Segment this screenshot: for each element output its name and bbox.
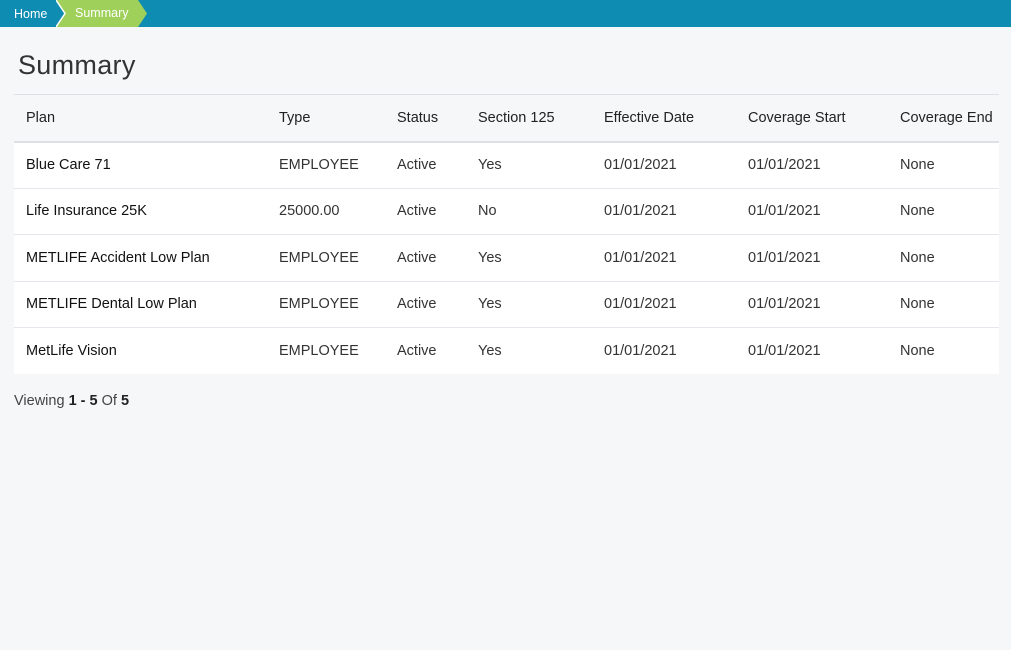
cell-plan: Life Insurance 25K xyxy=(26,203,147,220)
cell-coverage-end: None xyxy=(900,203,935,220)
table-row[interactable]: METLIFE Dental Low Plan EMPLOYEE Active … xyxy=(14,281,999,328)
pagination-range: 1 - 5 xyxy=(68,393,98,409)
cell-effective-date: 01/01/2021 xyxy=(604,296,677,313)
cell-section-125: Yes xyxy=(478,249,502,266)
cell-plan: Blue Care 71 xyxy=(26,157,111,173)
pagination-of-label: Of xyxy=(101,393,117,409)
summary-table-container: Plan Type Status Section 125 Effective D… xyxy=(14,94,999,374)
cell-section-125: Yes xyxy=(478,343,502,359)
cell-status: Active xyxy=(397,203,437,220)
cell-coverage-start: 01/01/2021 xyxy=(748,203,821,220)
cell-status: Active xyxy=(397,249,437,266)
page-title: Summary xyxy=(18,50,136,80)
cell-effective-date: 01/01/2021 xyxy=(604,203,677,220)
cell-type: 25000.00 xyxy=(279,203,340,220)
breadcrumb-home[interactable]: Home xyxy=(0,0,62,27)
cell-plan: METLIFE Dental Low Plan xyxy=(26,296,197,313)
cell-coverage-start: 01/01/2021 xyxy=(748,249,821,266)
cell-effective-date: 01/01/2021 xyxy=(604,343,677,359)
cell-section-125: Yes xyxy=(478,157,502,173)
table-row[interactable]: MetLife Vision EMPLOYEE Active Yes 01/01… xyxy=(14,327,999,374)
cell-coverage-end: None xyxy=(900,157,935,173)
cell-coverage-end: None xyxy=(900,296,935,313)
pagination-summary: Viewing 1 - 5 Of 5 xyxy=(14,393,129,409)
cell-effective-date: 01/01/2021 xyxy=(604,157,677,173)
cell-section-125: Yes xyxy=(478,296,502,313)
pagination-total: 5 xyxy=(120,393,130,409)
cell-status: Active xyxy=(397,157,437,173)
cell-status: Active xyxy=(397,343,437,359)
table-row[interactable]: Blue Care 71 EMPLOYEE Active Yes 01/01/2… xyxy=(14,141,999,188)
column-header-section-125[interactable]: Section 125 xyxy=(466,95,592,142)
pagination-prefix: Viewing xyxy=(14,393,65,409)
column-header-effective-date[interactable]: Effective Date xyxy=(592,95,736,142)
cell-coverage-start: 01/01/2021 xyxy=(748,343,821,359)
cell-coverage-end: None xyxy=(900,343,935,359)
column-header-coverage-start[interactable]: Coverage Start xyxy=(736,95,888,142)
cell-section-125: No xyxy=(478,203,497,220)
cell-coverage-start: 01/01/2021 xyxy=(748,296,821,313)
column-header-status[interactable]: Status xyxy=(385,95,466,142)
cell-coverage-start: 01/01/2021 xyxy=(748,157,821,173)
top-bar: Home Summary xyxy=(0,0,1011,27)
cell-plan: METLIFE Accident Low Plan xyxy=(26,249,210,266)
column-header-coverage-end[interactable]: Coverage End xyxy=(888,95,999,142)
column-header-type[interactable]: Type xyxy=(267,95,385,142)
column-header-plan[interactable]: Plan xyxy=(14,95,267,142)
summary-table: Plan Type Status Section 125 Effective D… xyxy=(14,94,999,374)
breadcrumb-current[interactable]: Summary xyxy=(56,0,148,27)
breadcrumb-current-label: Summary xyxy=(75,6,129,20)
cell-type: EMPLOYEE xyxy=(279,249,359,266)
cell-plan: MetLife Vision xyxy=(26,343,117,359)
cell-effective-date: 01/01/2021 xyxy=(604,249,677,266)
cell-type: EMPLOYEE xyxy=(279,296,359,313)
table-header-row: Plan Type Status Section 125 Effective D… xyxy=(14,94,999,142)
table-row[interactable]: METLIFE Accident Low Plan EMPLOYEE Activ… xyxy=(14,234,999,281)
cell-type: EMPLOYEE xyxy=(279,157,359,173)
cell-coverage-end: None xyxy=(900,249,935,266)
cell-status: Active xyxy=(397,296,437,313)
table-row[interactable]: Life Insurance 25K 25000.00 Active No 01… xyxy=(14,188,999,235)
cell-type: EMPLOYEE xyxy=(279,343,359,359)
